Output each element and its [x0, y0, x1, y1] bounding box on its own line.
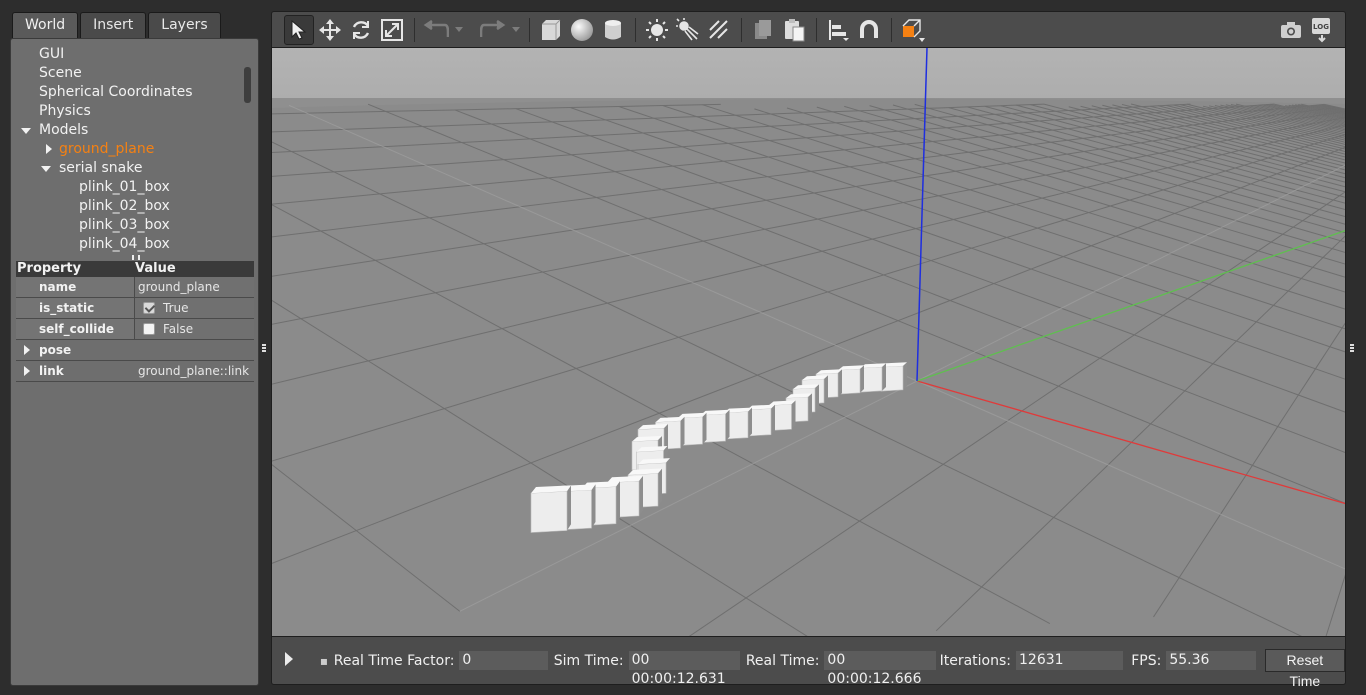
tree-item-gui[interactable]: GUI: [39, 45, 64, 64]
toolbar-separator: [414, 17, 415, 42]
property-key: pose: [16, 340, 135, 360]
scene-render: [272, 48, 1345, 636]
real-time-factor-value: 0: [459, 651, 548, 670]
view-angle-icon[interactable]: [898, 15, 928, 45]
status-bar: ▪ Real Time Factor: 0 Sim Time: 00 00:00…: [271, 636, 1346, 689]
tab-insert[interactable]: Insert: [80, 12, 147, 38]
tab-world[interactable]: World: [12, 12, 79, 38]
paste-icon[interactable]: [779, 15, 809, 45]
expand-arrow-icon[interactable]: [24, 366, 30, 376]
self-collide-checkbox[interactable]: [143, 323, 155, 335]
tree-item-plink[interactable]: plink_02_box: [79, 197, 170, 216]
scale-icon[interactable]: [377, 15, 407, 45]
left-panel-tabs: World Insert Layers: [12, 12, 223, 38]
tree-item-physics[interactable]: Physics: [39, 102, 91, 121]
property-table: Property Value name ground_plane is_stat…: [16, 261, 254, 382]
step-icon[interactable]: ▪: [320, 654, 334, 668]
tree-item-spherical-coordinates[interactable]: Spherical Coordinates: [39, 83, 193, 102]
toolbar-separator: [635, 17, 636, 42]
main-toolbar: LOG: [271, 11, 1346, 48]
tab-layers[interactable]: Layers: [148, 12, 221, 38]
tree-item-scene[interactable]: Scene: [39, 64, 82, 83]
real-time-value: 00 00:00:12.666: [824, 651, 936, 687]
redo-dropdown-icon[interactable]: [509, 15, 523, 45]
directional-light-icon[interactable]: [704, 15, 734, 45]
redo-icon[interactable]: [478, 15, 508, 45]
play-icon[interactable]: [284, 651, 294, 667]
box-shape-icon[interactable]: [536, 15, 566, 45]
gazebo-window: World Insert Layers GUI Scene Spherical …: [0, 0, 1366, 695]
spot-light-icon[interactable]: [673, 15, 703, 45]
translate-icon[interactable]: [315, 15, 345, 45]
is-static-checkbox[interactable]: [143, 302, 155, 314]
play-pause-button[interactable]: [284, 651, 302, 671]
expand-arrow-icon[interactable]: [21, 128, 31, 134]
tree-item-plink[interactable]: plink_01_box: [79, 178, 170, 197]
splitter-handle[interactable]: [132, 255, 140, 260]
select-arrow-icon[interactable]: [284, 14, 314, 45]
copy-icon[interactable]: [748, 15, 778, 45]
sky-background: [272, 48, 1345, 106]
log-record-icon[interactable]: LOG: [1307, 15, 1337, 45]
real-time-factor-label: Real Time Factor:: [333, 652, 455, 669]
property-header: Property Value: [16, 261, 254, 277]
tree-item-plink[interactable]: plink_03_box: [79, 216, 170, 235]
reset-time-button[interactable]: Reset Time: [1264, 649, 1345, 689]
undo-dropdown-icon[interactable]: [452, 15, 466, 45]
tree-scrollbar[interactable]: [244, 67, 251, 103]
undo-icon[interactable]: [421, 15, 451, 45]
sphere-shape-icon[interactable]: [567, 15, 597, 45]
property-group-link[interactable]: link ground_plane::link: [16, 361, 254, 382]
property-key: name: [16, 277, 135, 297]
header-property: Property: [17, 261, 82, 276]
toolbar-separator: [816, 17, 817, 42]
cylinder-shape-icon[interactable]: [598, 15, 628, 45]
iterations-value: 12631: [1016, 651, 1124, 670]
collapse-arrow-icon[interactable]: [46, 144, 52, 154]
world-tree: GUI Scene Spherical Coordinates Physics …: [11, 45, 246, 257]
tree-item-ground-plane[interactable]: ground_plane: [59, 140, 154, 159]
sim-time-label: Sim Time:: [553, 652, 624, 669]
property-key: link: [16, 361, 135, 381]
align-icon[interactable]: [823, 15, 853, 45]
rotate-icon[interactable]: [346, 15, 376, 45]
point-light-icon[interactable]: [642, 15, 672, 45]
property-row-self-collide: self_collide False: [16, 319, 254, 340]
toolbar-separator: [529, 17, 530, 42]
right-panel-resize-grip[interactable]: [1350, 344, 1354, 352]
iterations-label: Iterations:: [939, 652, 1012, 669]
expand-arrow-icon[interactable]: [41, 166, 51, 172]
property-name-field[interactable]: ground_plane: [135, 277, 254, 297]
snake-link-box[interactable]: [530, 485, 571, 533]
world-panel: GUI Scene Spherical Coordinates Physics …: [10, 38, 259, 686]
left-panel-resize-grip[interactable]: [262, 344, 266, 352]
snap-magnet-icon[interactable]: [854, 15, 884, 45]
property-value: ground_plane: [138, 280, 220, 294]
property-value: [135, 340, 254, 360]
fps-label: FPS:: [1131, 652, 1162, 669]
sim-time-value: 00 00:00:12.631: [628, 651, 740, 687]
property-key: self_collide: [16, 319, 135, 339]
tree-item-serial-snake[interactable]: serial snake: [59, 159, 142, 178]
property-row-is-static: is_static True: [16, 298, 254, 319]
property-key: is_static: [16, 298, 135, 318]
property-row-name: name ground_plane: [16, 277, 254, 298]
property-value: False: [163, 322, 194, 336]
screenshot-camera-icon[interactable]: [1276, 15, 1306, 45]
toolbar-separator: [741, 17, 742, 42]
property-value: True: [163, 301, 189, 315]
fps-value: 55.36: [1166, 651, 1256, 670]
scene-viewport[interactable]: [271, 48, 1346, 636]
expand-arrow-icon[interactable]: [24, 345, 30, 355]
property-value: ground_plane::link: [135, 361, 254, 381]
real-time-label: Real Time:: [745, 652, 820, 669]
log-label: LOG: [1313, 23, 1329, 31]
header-value: Value: [135, 261, 176, 276]
tree-item-plink[interactable]: plink_04_box: [79, 235, 170, 254]
toolbar-separator: [891, 17, 892, 42]
tree-item-models[interactable]: Models: [39, 121, 88, 140]
property-group-pose[interactable]: pose: [16, 340, 254, 361]
